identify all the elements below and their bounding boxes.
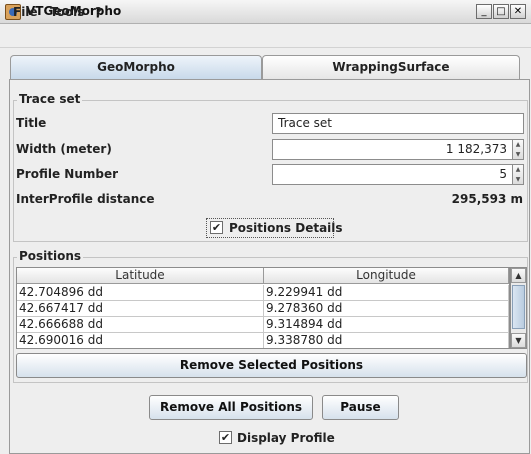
menu-tools[interactable]: Tools <box>50 5 84 19</box>
table-cell-latitude[interactable]: 42.690016 dd <box>17 333 264 348</box>
profile-number-label: Profile Number <box>16 167 119 181</box>
tab-geomorpho[interactable]: GeoMorpho <box>10 55 262 79</box>
positions-details-label[interactable]: Positions Details <box>229 221 343 235</box>
spin-up-icon[interactable]: ▲ <box>513 140 523 149</box>
maximize-icon[interactable]: □ <box>493 4 509 19</box>
remove-all-positions-button[interactable]: Remove All Positions <box>149 395 313 420</box>
display-profile-label[interactable]: Display Profile <box>237 431 335 445</box>
profile-number-spinner[interactable]: ▲ ▼ <box>512 164 524 185</box>
display-profile-checkbox[interactable]: ✔ <box>219 431 232 444</box>
title-field[interactable]: Trace set <box>272 113 524 134</box>
scroll-down-icon[interactable]: ▼ <box>511 333 526 348</box>
close-icon[interactable]: ✕ <box>510 4 526 19</box>
table-cell-longitude[interactable]: 9.338780 dd <box>264 333 509 348</box>
interprofile-value: 295,593 m <box>451 192 523 206</box>
remove-selected-positions-button[interactable]: Remove Selected Positions <box>16 353 527 378</box>
positions-table[interactable]: Latitude Longitude 42.704896 dd 9.229941… <box>16 267 510 349</box>
column-header-latitude[interactable]: Latitude <box>17 268 264 284</box>
table-cell-longitude[interactable]: 9.278360 dd <box>264 301 509 317</box>
pause-button[interactable]: Pause <box>322 395 399 420</box>
spin-up-icon[interactable]: ▲ <box>513 165 523 174</box>
table-cell-latitude[interactable]: 42.704896 dd <box>17 285 264 301</box>
width-label: Width (meter) <box>16 142 112 156</box>
trace-set-title: Trace set <box>17 92 83 106</box>
spin-down-icon[interactable]: ▼ <box>513 150 523 159</box>
title-label: Title <box>16 116 47 130</box>
width-spinner[interactable]: ▲ ▼ <box>512 139 524 160</box>
table-cell-latitude[interactable]: 42.667417 dd <box>17 301 264 317</box>
table-cell-latitude[interactable]: 42.666688 dd <box>17 317 264 333</box>
menu-bar <box>0 24 531 48</box>
spin-down-icon[interactable]: ▼ <box>513 175 523 184</box>
table-scrollbar[interactable]: ▲ ▼ <box>510 267 527 349</box>
menu-help[interactable]: ? <box>95 5 102 19</box>
interprofile-label: InterProfile distance <box>16 192 155 206</box>
table-cell-longitude[interactable]: 9.314894 dd <box>264 317 509 333</box>
positions-title: Positions <box>17 249 84 263</box>
minimize-icon[interactable]: _ <box>476 4 492 19</box>
profile-number-field[interactable]: 5 <box>272 164 513 185</box>
scroll-thumb[interactable] <box>512 285 525 329</box>
positions-details-checkbox[interactable]: ✔ <box>210 221 223 234</box>
column-header-longitude[interactable]: Longitude <box>264 268 509 284</box>
menu-file[interactable]: File <box>13 5 38 19</box>
tab-wrappingsurface[interactable]: WrappingSurface <box>262 55 520 79</box>
table-cell-longitude[interactable]: 9.229941 dd <box>264 285 509 301</box>
scroll-up-icon[interactable]: ▲ <box>511 268 526 283</box>
width-field[interactable]: 1 182,373 <box>272 139 513 160</box>
